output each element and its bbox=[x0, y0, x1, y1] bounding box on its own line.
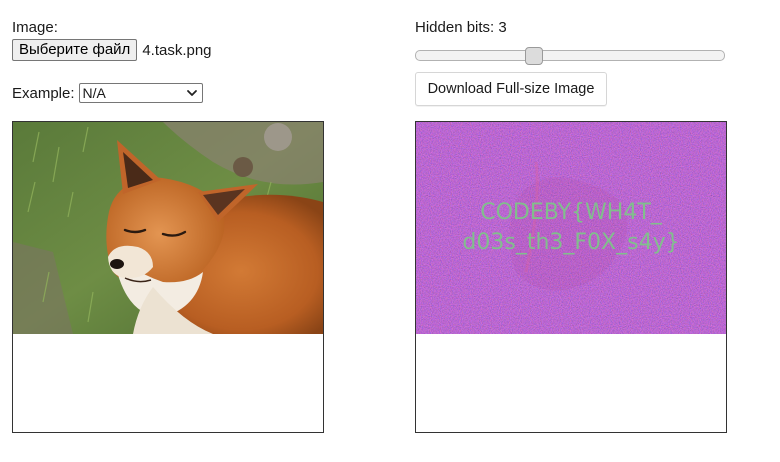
hidden-text-line-2: d03s_th3_F0X_s4y} bbox=[462, 230, 679, 255]
fox-photo-image bbox=[13, 122, 323, 334]
choose-file-button[interactable]: Выберите файл bbox=[12, 39, 138, 61]
example-select-value: N/A bbox=[82, 85, 106, 101]
slider-thumb[interactable] bbox=[525, 47, 543, 65]
revealed-image-canvas: CODEBY{WH4T_ d03s_th3_F0X_s4y} bbox=[415, 121, 727, 433]
steganography-tool-page: Image: Выберите файл 4.task.png Example:… bbox=[0, 0, 780, 462]
download-full-size-button[interactable]: Download Full-size Image bbox=[415, 72, 607, 106]
file-input-row: Выберите файл 4.task.png bbox=[12, 39, 212, 61]
selected-file-name: 4.task.png bbox=[142, 41, 212, 59]
original-image-canvas bbox=[12, 121, 324, 433]
noise-reveal-image: CODEBY{WH4T_ d03s_th3_F0X_s4y} bbox=[416, 122, 726, 334]
slider-track bbox=[415, 50, 725, 61]
example-row: Example: N/A bbox=[12, 83, 203, 103]
chevron-down-icon bbox=[186, 90, 197, 96]
hidden-bits-label: Hidden bits: 3 bbox=[415, 19, 507, 36]
hidden-text-line-1: CODEBY{WH4T_ bbox=[480, 200, 663, 225]
hidden-bits-slider[interactable] bbox=[415, 47, 725, 65]
example-label: Example: bbox=[12, 84, 75, 102]
image-label: Image: bbox=[12, 19, 58, 36]
example-select[interactable]: N/A bbox=[78, 83, 203, 103]
